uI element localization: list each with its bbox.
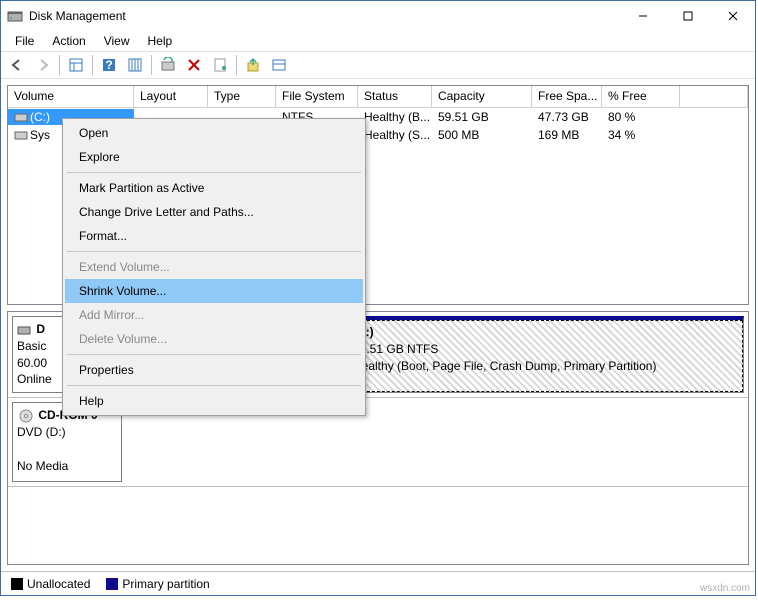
svg-text:?: ? bbox=[105, 58, 112, 72]
watermark: wsxdn.com bbox=[700, 583, 750, 594]
disk-icon bbox=[17, 323, 31, 337]
cell-capacity: 59.51 GB bbox=[432, 109, 532, 125]
cdrom-sub1: DVD (D:) bbox=[17, 425, 66, 439]
toolbar: ? bbox=[1, 51, 755, 79]
col-layout[interactable]: Layout bbox=[134, 86, 208, 107]
separator bbox=[59, 55, 60, 75]
title-bar: Disk Management bbox=[1, 1, 755, 31]
partition-title: (C:) bbox=[353, 324, 737, 341]
help-button[interactable]: ? bbox=[97, 53, 121, 77]
menu-action[interactable]: Action bbox=[44, 32, 93, 50]
back-button[interactable] bbox=[5, 53, 29, 77]
ctx-properties[interactable]: Properties bbox=[65, 358, 363, 382]
properties-button[interactable] bbox=[208, 53, 232, 77]
cell-volume: Sys bbox=[30, 128, 50, 142]
col-spacer bbox=[680, 86, 748, 107]
separator bbox=[67, 385, 361, 386]
disk-size: 60.00 bbox=[17, 356, 47, 370]
cell-capacity: 500 MB bbox=[432, 127, 532, 143]
cell-free: 169 MB bbox=[532, 127, 602, 143]
cell-status: Healthy (S... bbox=[358, 127, 432, 143]
close-button[interactable] bbox=[710, 1, 755, 31]
menu-view[interactable]: View bbox=[96, 32, 138, 50]
disk-status: Online bbox=[17, 372, 52, 386]
col-freespace[interactable]: Free Spa... bbox=[532, 86, 602, 107]
show-hide-button[interactable] bbox=[64, 53, 88, 77]
volume-list-header: Volume Layout Type File System Status Ca… bbox=[8, 86, 748, 108]
cell-status: Healthy (B... bbox=[358, 109, 432, 125]
col-capacity[interactable]: Capacity bbox=[432, 86, 532, 107]
separator bbox=[67, 354, 361, 355]
separator bbox=[151, 55, 152, 75]
ctx-mark-active[interactable]: Mark Partition as Active bbox=[65, 176, 363, 200]
refresh-button[interactable] bbox=[156, 53, 180, 77]
context-menu: Open Explore Mark Partition as Active Ch… bbox=[62, 118, 366, 416]
ctx-change-letter[interactable]: Change Drive Letter and Paths... bbox=[65, 200, 363, 224]
drive-icon bbox=[14, 110, 28, 124]
menu-bar: File Action View Help bbox=[1, 31, 755, 51]
ctx-format[interactable]: Format... bbox=[65, 224, 363, 248]
col-pctfree[interactable]: % Free bbox=[602, 86, 680, 107]
col-volume[interactable]: Volume bbox=[8, 86, 134, 107]
separator bbox=[67, 251, 361, 252]
menu-file[interactable]: File bbox=[7, 32, 42, 50]
disk-type: Basic bbox=[17, 339, 46, 353]
drive-icon bbox=[14, 128, 28, 142]
maximize-button[interactable] bbox=[665, 1, 710, 31]
col-status[interactable]: Status bbox=[358, 86, 432, 107]
settings-button[interactable] bbox=[123, 53, 147, 77]
menu-help[interactable]: Help bbox=[140, 32, 181, 50]
swatch-black-icon bbox=[11, 578, 23, 590]
cell-free: 47.73 GB bbox=[532, 109, 602, 125]
ctx-extend: Extend Volume... bbox=[65, 255, 363, 279]
legend: Unallocated Primary partition bbox=[1, 571, 755, 595]
partition-size: 59.51 GB NTFS bbox=[353, 341, 737, 358]
window-title: Disk Management bbox=[29, 9, 620, 23]
separator bbox=[236, 55, 237, 75]
swatch-blue-icon bbox=[106, 578, 118, 590]
minimize-button[interactable] bbox=[620, 1, 665, 31]
action-button-2[interactable] bbox=[267, 53, 291, 77]
action-button-1[interactable] bbox=[241, 53, 265, 77]
cell-pctfree: 80 % bbox=[602, 109, 680, 125]
ctx-mirror: Add Mirror... bbox=[65, 303, 363, 327]
ctx-help[interactable]: Help bbox=[65, 389, 363, 413]
separator bbox=[92, 55, 93, 75]
separator bbox=[67, 172, 361, 173]
col-filesystem[interactable]: File System bbox=[276, 86, 358, 107]
ctx-explore[interactable]: Explore bbox=[65, 145, 363, 169]
window-controls bbox=[620, 1, 755, 31]
partition-c[interactable]: (C:) 59.51 GB NTFS Healthy (Boot, Page F… bbox=[346, 316, 744, 393]
cell-pctfree: 34 % bbox=[602, 127, 680, 143]
partition-status: Healthy (Boot, Page File, Crash Dump, Pr… bbox=[353, 358, 737, 375]
ctx-shrink[interactable]: Shrink Volume... bbox=[65, 279, 363, 303]
cdrom-sub2: No Media bbox=[17, 459, 68, 473]
col-type[interactable]: Type bbox=[208, 86, 276, 107]
delete-icon[interactable] bbox=[182, 53, 206, 77]
ctx-delete: Delete Volume... bbox=[65, 327, 363, 351]
legend-unallocated: Unallocated bbox=[11, 577, 90, 591]
legend-primary: Primary partition bbox=[106, 577, 209, 591]
forward-button[interactable] bbox=[31, 53, 55, 77]
disk-title: D bbox=[36, 322, 45, 336]
ctx-open[interactable]: Open bbox=[65, 121, 363, 145]
cell-volume: (C:) bbox=[30, 110, 50, 124]
dvd-icon bbox=[17, 409, 35, 423]
app-icon bbox=[7, 8, 23, 24]
